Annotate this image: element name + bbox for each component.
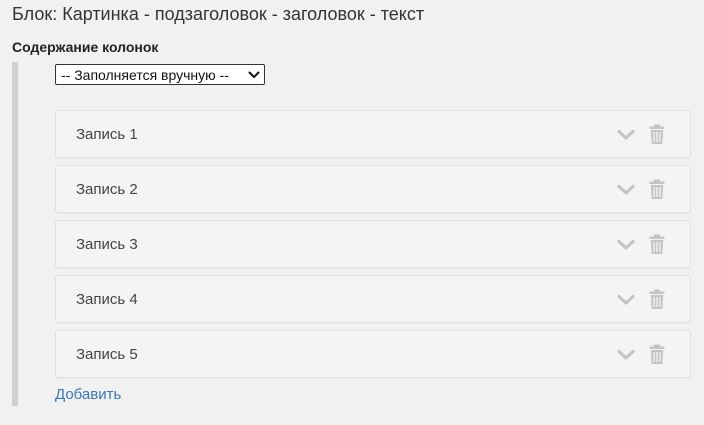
chevron-down-icon[interactable]	[616, 346, 636, 364]
chevron-down-icon[interactable]	[616, 236, 636, 254]
entry-row-2[interactable]: Запись 2	[55, 165, 691, 213]
content-source-select-value: -- Заполняется вручную --	[61, 66, 229, 83]
entry-label: Запись 4	[76, 291, 138, 308]
trash-icon[interactable]	[648, 343, 666, 365]
add-entry-link[interactable]: Добавить	[55, 386, 121, 403]
entry-label: Запись 1	[76, 126, 138, 143]
columns-section-label: Содержание колонок	[12, 39, 159, 55]
chevron-down-icon	[248, 69, 260, 81]
group-indent-bar	[12, 62, 18, 406]
entry-label: Запись 5	[76, 346, 138, 363]
trash-icon[interactable]	[648, 123, 666, 145]
trash-icon[interactable]	[648, 178, 666, 200]
entry-row-3[interactable]: Запись 3	[55, 220, 691, 268]
chevron-down-icon[interactable]	[616, 181, 636, 199]
entry-row-4[interactable]: Запись 4	[55, 275, 691, 323]
block-title: Блок: Картинка - подзаголовок - заголово…	[12, 4, 425, 24]
chevron-down-icon[interactable]	[616, 291, 636, 309]
chevron-down-icon[interactable]	[616, 126, 636, 144]
content-source-select[interactable]: -- Заполняется вручную --	[55, 64, 265, 85]
entry-label: Запись 2	[76, 181, 138, 198]
trash-icon[interactable]	[648, 233, 666, 255]
trash-icon[interactable]	[648, 288, 666, 310]
entry-label: Запись 3	[76, 236, 138, 253]
entry-row-5[interactable]: Запись 5	[55, 330, 691, 378]
entry-row-1[interactable]: Запись 1	[55, 110, 691, 158]
